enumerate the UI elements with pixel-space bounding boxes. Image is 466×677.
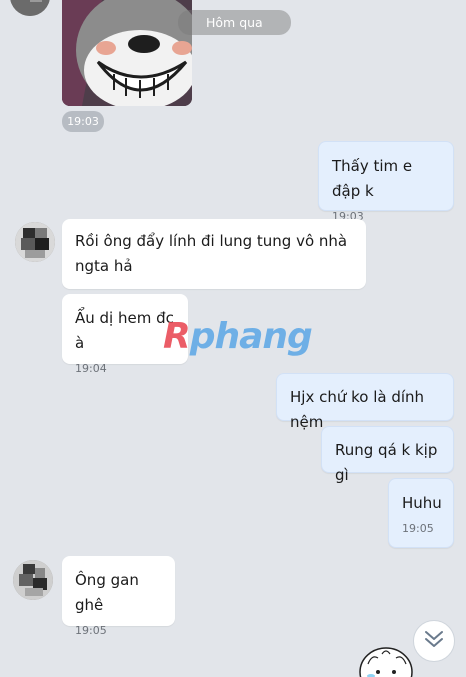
message-time: 19:05 bbox=[75, 624, 107, 637]
message-text: Thấy tim e đập k bbox=[332, 157, 413, 200]
contact-avatar[interactable] bbox=[10, 0, 50, 16]
watermark-text: phang bbox=[189, 316, 313, 357]
watermark-logo: Rphang bbox=[163, 316, 313, 357]
message-text: Huhu bbox=[402, 494, 442, 512]
message-text: Ông gan ghê bbox=[75, 571, 139, 614]
message-text: Ẩu dị hem đc à bbox=[75, 309, 174, 352]
sticker-preview[interactable] bbox=[356, 644, 416, 677]
date-divider: Hôm qua bbox=[178, 10, 291, 35]
message-bubble-outgoing[interactable]: Huhu 19:05 bbox=[388, 478, 454, 548]
chevron-double-down-icon bbox=[423, 629, 445, 653]
sticker-image[interactable] bbox=[62, 0, 192, 106]
message-bubble-incoming[interactable]: Ông gan ghê 19:05 bbox=[62, 556, 175, 637]
message-bubble-incoming[interactable]: Rồi ông đẩy lính đi lung tung vô nhà ngt… bbox=[62, 219, 366, 289]
message-bubble-outgoing[interactable]: Hjx chứ ko là dính nệm bbox=[276, 373, 454, 431]
chat-view: Hôm qua 19:03 Thấy tim e đập k 19:03 Rồi… bbox=[0, 0, 466, 677]
contact-avatar[interactable] bbox=[13, 560, 53, 600]
sticker-timestamp: 19:03 bbox=[62, 111, 104, 132]
message-text: Hjx chứ ko là dính nệm bbox=[290, 388, 425, 431]
message-text: Rồi ông đẩy lính đi lung tung vô nhà ngt… bbox=[75, 232, 348, 275]
message-bubble-outgoing[interactable]: Thấy tim e đập k 19:03 bbox=[318, 141, 454, 223]
scroll-to-bottom-button[interactable] bbox=[413, 620, 455, 662]
message-bubble-outgoing[interactable]: Rung qá k kịp gì bbox=[321, 426, 454, 484]
watermark-letter: R bbox=[163, 316, 191, 357]
message-time: 19:04 bbox=[75, 362, 107, 375]
message-time: 19:05 bbox=[402, 522, 434, 535]
contact-avatar[interactable] bbox=[15, 222, 55, 262]
